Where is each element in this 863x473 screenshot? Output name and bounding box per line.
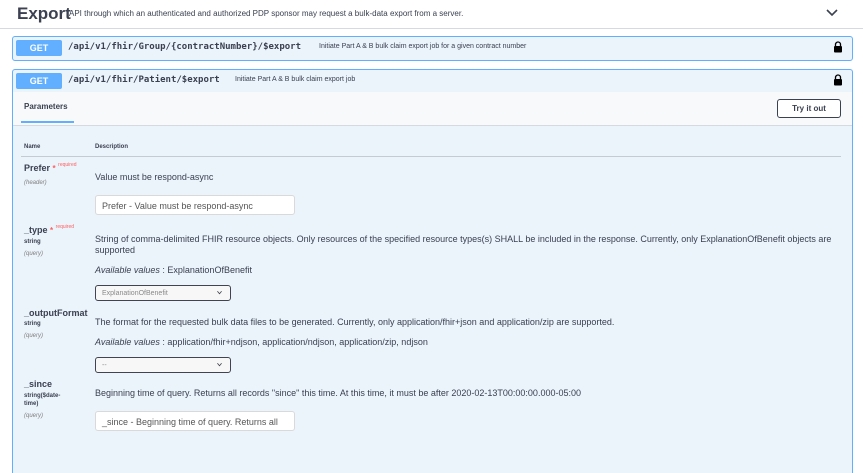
- method-badge: GET: [16, 73, 62, 89]
- param-in: (query): [24, 333, 44, 339]
- param-name-prefer: Prefer * required: [24, 162, 77, 173]
- tag-header-export[interactable]: Export API through which an authenticate…: [0, 0, 863, 29]
- param-name-outputformat: _outputFormat: [24, 308, 88, 318]
- parameters-section-header: Parameters Try it out: [13, 92, 852, 126]
- operation-path: /api/v1/fhir/Patient/$export: [68, 75, 220, 85]
- param-description: String of comma-delimited FHIR resource …: [95, 234, 832, 255]
- type-select[interactable]: ExplanationOfBenefit: [95, 285, 231, 301]
- outputformat-select[interactable]: --: [95, 357, 231, 373]
- operation-summary: Initiate Part A & B bulk claim export jo…: [235, 76, 356, 83]
- required-label: required: [55, 224, 75, 230]
- param-type: string: [24, 321, 41, 327]
- since-input[interactable]: _since - Beginning time of query. Return…: [95, 411, 295, 431]
- param-description: The format for the requested bulk data f…: [95, 317, 615, 327]
- tag-description: API through which an authenticated and a…: [69, 9, 464, 18]
- param-type: string($date-: [24, 393, 61, 399]
- param-in: (header): [24, 180, 47, 186]
- column-header-name: Name: [24, 144, 41, 150]
- param-in: (query): [24, 251, 44, 257]
- param-description: Value must be respond-async: [95, 172, 214, 182]
- operation-summary: Initiate Part A & B bulk claim export jo…: [319, 43, 527, 50]
- opblock-group-export[interactable]: GET /api/v1/fhir/Group/{contractNumber}/…: [12, 36, 853, 61]
- param-name-type: _type * required: [24, 224, 75, 235]
- param-type: time): [24, 401, 39, 407]
- prefer-input[interactable]: Prefer - Value must be respond-async: [95, 195, 295, 215]
- try-it-out-button[interactable]: Try it out: [777, 99, 841, 118]
- param-type: string: [24, 239, 41, 245]
- lock-icon[interactable]: [833, 74, 843, 86]
- param-description: Beginning time of query. Returns all rec…: [95, 388, 581, 398]
- param-name-since: _since: [24, 379, 53, 389]
- tab-parameters[interactable]: Parameters: [24, 102, 68, 111]
- available-values: Available values : ExplanationOfBenefit: [95, 265, 252, 275]
- lock-icon[interactable]: [833, 41, 843, 53]
- param-in: (query): [24, 413, 44, 419]
- header-divider: [21, 156, 841, 157]
- chevron-down-icon: [217, 362, 222, 367]
- method-badge: GET: [16, 40, 62, 56]
- column-header-description: Description: [95, 144, 129, 150]
- required-label: required: [58, 162, 77, 168]
- opblock-patient-export[interactable]: GET /api/v1/fhir/Patient/$export Initiat…: [12, 69, 853, 473]
- required-star: *: [50, 226, 54, 235]
- chevron-down-icon[interactable]: [825, 6, 839, 20]
- available-values: Available values : application/fhir+ndjs…: [95, 337, 428, 347]
- operation-path: /api/v1/fhir/Group/{contractNumber}/$exp…: [68, 42, 301, 52]
- tag-title: Export: [17, 4, 71, 23]
- required-star: *: [52, 164, 56, 173]
- chevron-down-icon: [217, 290, 222, 295]
- tab-active-underline: [21, 121, 74, 123]
